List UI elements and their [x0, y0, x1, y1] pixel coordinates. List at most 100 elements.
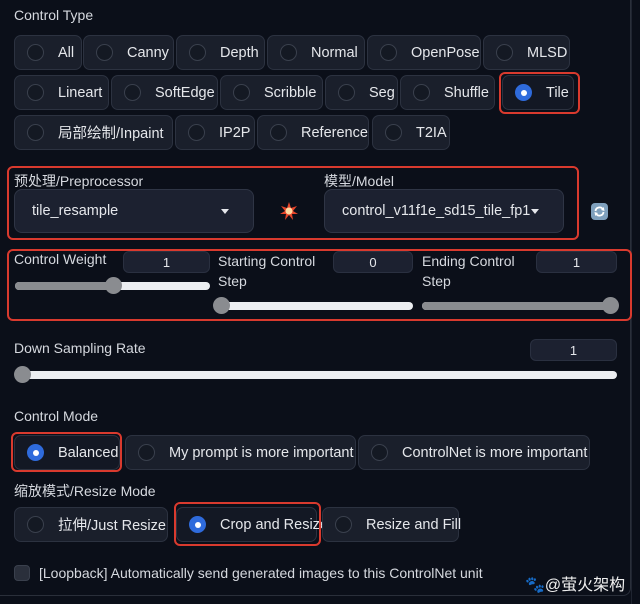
radio-icon [27, 84, 44, 101]
option-label: Crop and Resize [220, 516, 328, 533]
slider-fill [422, 302, 610, 310]
option-label: MLSD [527, 44, 568, 61]
option-label: 拉伸/Just Resize [58, 518, 166, 534]
radio-selected-icon [189, 516, 206, 533]
control-type-tile[interactable]: Tile [502, 75, 574, 110]
radio-icon [335, 516, 352, 533]
control-type-label: Control Type [14, 7, 94, 23]
radio-icon [27, 124, 44, 141]
radio-icon [380, 44, 397, 61]
radio-icon [27, 516, 44, 533]
control-mode-label: Control Mode [14, 408, 99, 424]
option-label: My prompt is more important [169, 444, 354, 461]
control-weight-label: Control Weight [14, 251, 107, 267]
down-sampling-input[interactable]: 1 [530, 339, 617, 361]
option-label: Seg [369, 84, 395, 101]
control-type-seg[interactable]: Seg [325, 75, 398, 110]
control-weight-slider[interactable] [15, 277, 210, 294]
radio-icon [385, 124, 402, 141]
option-label: All [58, 44, 75, 61]
control-type-t2ia[interactable]: T2IA [372, 115, 450, 150]
ending-step-label: Ending Control Step [422, 253, 515, 289]
down-sampling-slider[interactable] [14, 366, 617, 383]
control-type-lineart[interactable]: Lineart [14, 75, 109, 110]
refresh-icon[interactable] [591, 203, 608, 220]
loopback-checkbox[interactable] [14, 565, 30, 581]
option-label: Normal [311, 44, 358, 61]
option-label: Resize and Fill [366, 516, 462, 533]
ending-step-slider[interactable] [422, 297, 619, 314]
control-type-ip2p[interactable]: IP2P [175, 115, 255, 150]
explosion-icon[interactable] [279, 201, 299, 221]
control-type-normal[interactable]: Normal [267, 35, 365, 70]
down-sampling-label: Down Sampling Rate [14, 340, 146, 356]
radio-icon [124, 84, 141, 101]
radio-icon [233, 84, 250, 101]
resize-mode-just-resize[interactable]: 拉伸/Just Resize [14, 507, 168, 542]
control-type-openpose[interactable]: OpenPose [367, 35, 481, 70]
slider-thumb[interactable] [213, 297, 230, 314]
watermark: 🐾@萤火架构 [525, 571, 625, 595]
chevron-down-icon [221, 209, 229, 214]
starting-step-label: Starting Control Step [218, 253, 316, 289]
option-label: Scribble [264, 84, 317, 101]
radio-icon [96, 44, 113, 61]
loopback-label: [Loopback] Automatically send generated … [39, 565, 483, 581]
option-label: ControlNet is more important [402, 444, 588, 461]
resize-mode-label: 缩放模式/Resize Mode [14, 483, 156, 499]
control-weight-input[interactable]: 1 [123, 251, 210, 273]
ending-step-input[interactable]: 1 [536, 251, 617, 273]
control-type-scribble[interactable]: Scribble [220, 75, 323, 110]
control-mode-controlnet[interactable]: ControlNet is more important [358, 435, 590, 470]
control-type-all[interactable]: All [14, 35, 82, 70]
radio-icon [338, 84, 355, 101]
option-label: Canny [127, 44, 169, 61]
radio-icon [138, 444, 155, 461]
option-label: Balanced [58, 444, 119, 461]
starting-step-input[interactable]: 0 [333, 251, 413, 273]
slider-thumb[interactable] [602, 297, 619, 314]
scrollbar-track[interactable] [631, 0, 640, 604]
control-type-depth[interactable]: Depth [176, 35, 265, 70]
control-type-reference[interactable]: Reference [257, 115, 369, 150]
watermark-text: @萤火架构 [544, 577, 626, 594]
control-type-softedge[interactable]: SoftEdge [111, 75, 218, 110]
model-label: 模型/Model [324, 173, 395, 189]
radio-icon [371, 444, 388, 461]
radio-icon [496, 44, 513, 61]
radio-icon [413, 84, 430, 101]
resize-mode-resize-and-fill[interactable]: Resize and Fill [322, 507, 462, 542]
control-type-canny[interactable]: Canny [83, 35, 174, 70]
control-type-shuffle[interactable]: Shuffle [400, 75, 495, 110]
radio-selected-icon [27, 444, 44, 461]
radio-icon [270, 124, 287, 141]
radio-icon [188, 124, 205, 141]
control-type-mlsd[interactable]: MLSD [483, 35, 570, 70]
model-dropdown[interactable]: control_v11f1e_sd15_tile_fp1 [324, 189, 564, 233]
option-label: OpenPose [411, 44, 480, 61]
model-value: control_v11f1e_sd15_tile_fp1 [342, 203, 531, 219]
option-label: Tile [546, 84, 569, 101]
preprocessor-dropdown[interactable]: tile_resample [14, 189, 254, 233]
radio-icon [27, 44, 44, 61]
option-label: Depth [220, 44, 259, 61]
slider-fill [15, 282, 113, 290]
slider-thumb[interactable] [14, 366, 31, 383]
resize-mode-crop-and-resize[interactable]: Crop and Resize [176, 507, 328, 542]
starting-step-slider[interactable] [213, 297, 413, 314]
radio-icon [280, 44, 297, 61]
option-label: IP2P [219, 124, 251, 141]
radio-icon [189, 44, 206, 61]
slider-thumb[interactable] [104, 277, 122, 294]
option-label: Reference [301, 124, 368, 141]
control-type-inpaint[interactable]: 局部绘制/Inpaint [14, 115, 173, 150]
option-label: 局部绘制/Inpaint [58, 126, 164, 142]
option-label: Shuffle [444, 84, 489, 101]
option-label: Lineart [58, 84, 103, 101]
control-mode-prompt[interactable]: My prompt is more important [125, 435, 356, 470]
option-label: SoftEdge [155, 84, 215, 101]
paw-icon: 🐾 [525, 577, 545, 594]
radio-selected-icon [515, 84, 532, 101]
control-mode-balanced[interactable]: Balanced [14, 435, 120, 470]
chevron-down-icon [531, 209, 539, 214]
